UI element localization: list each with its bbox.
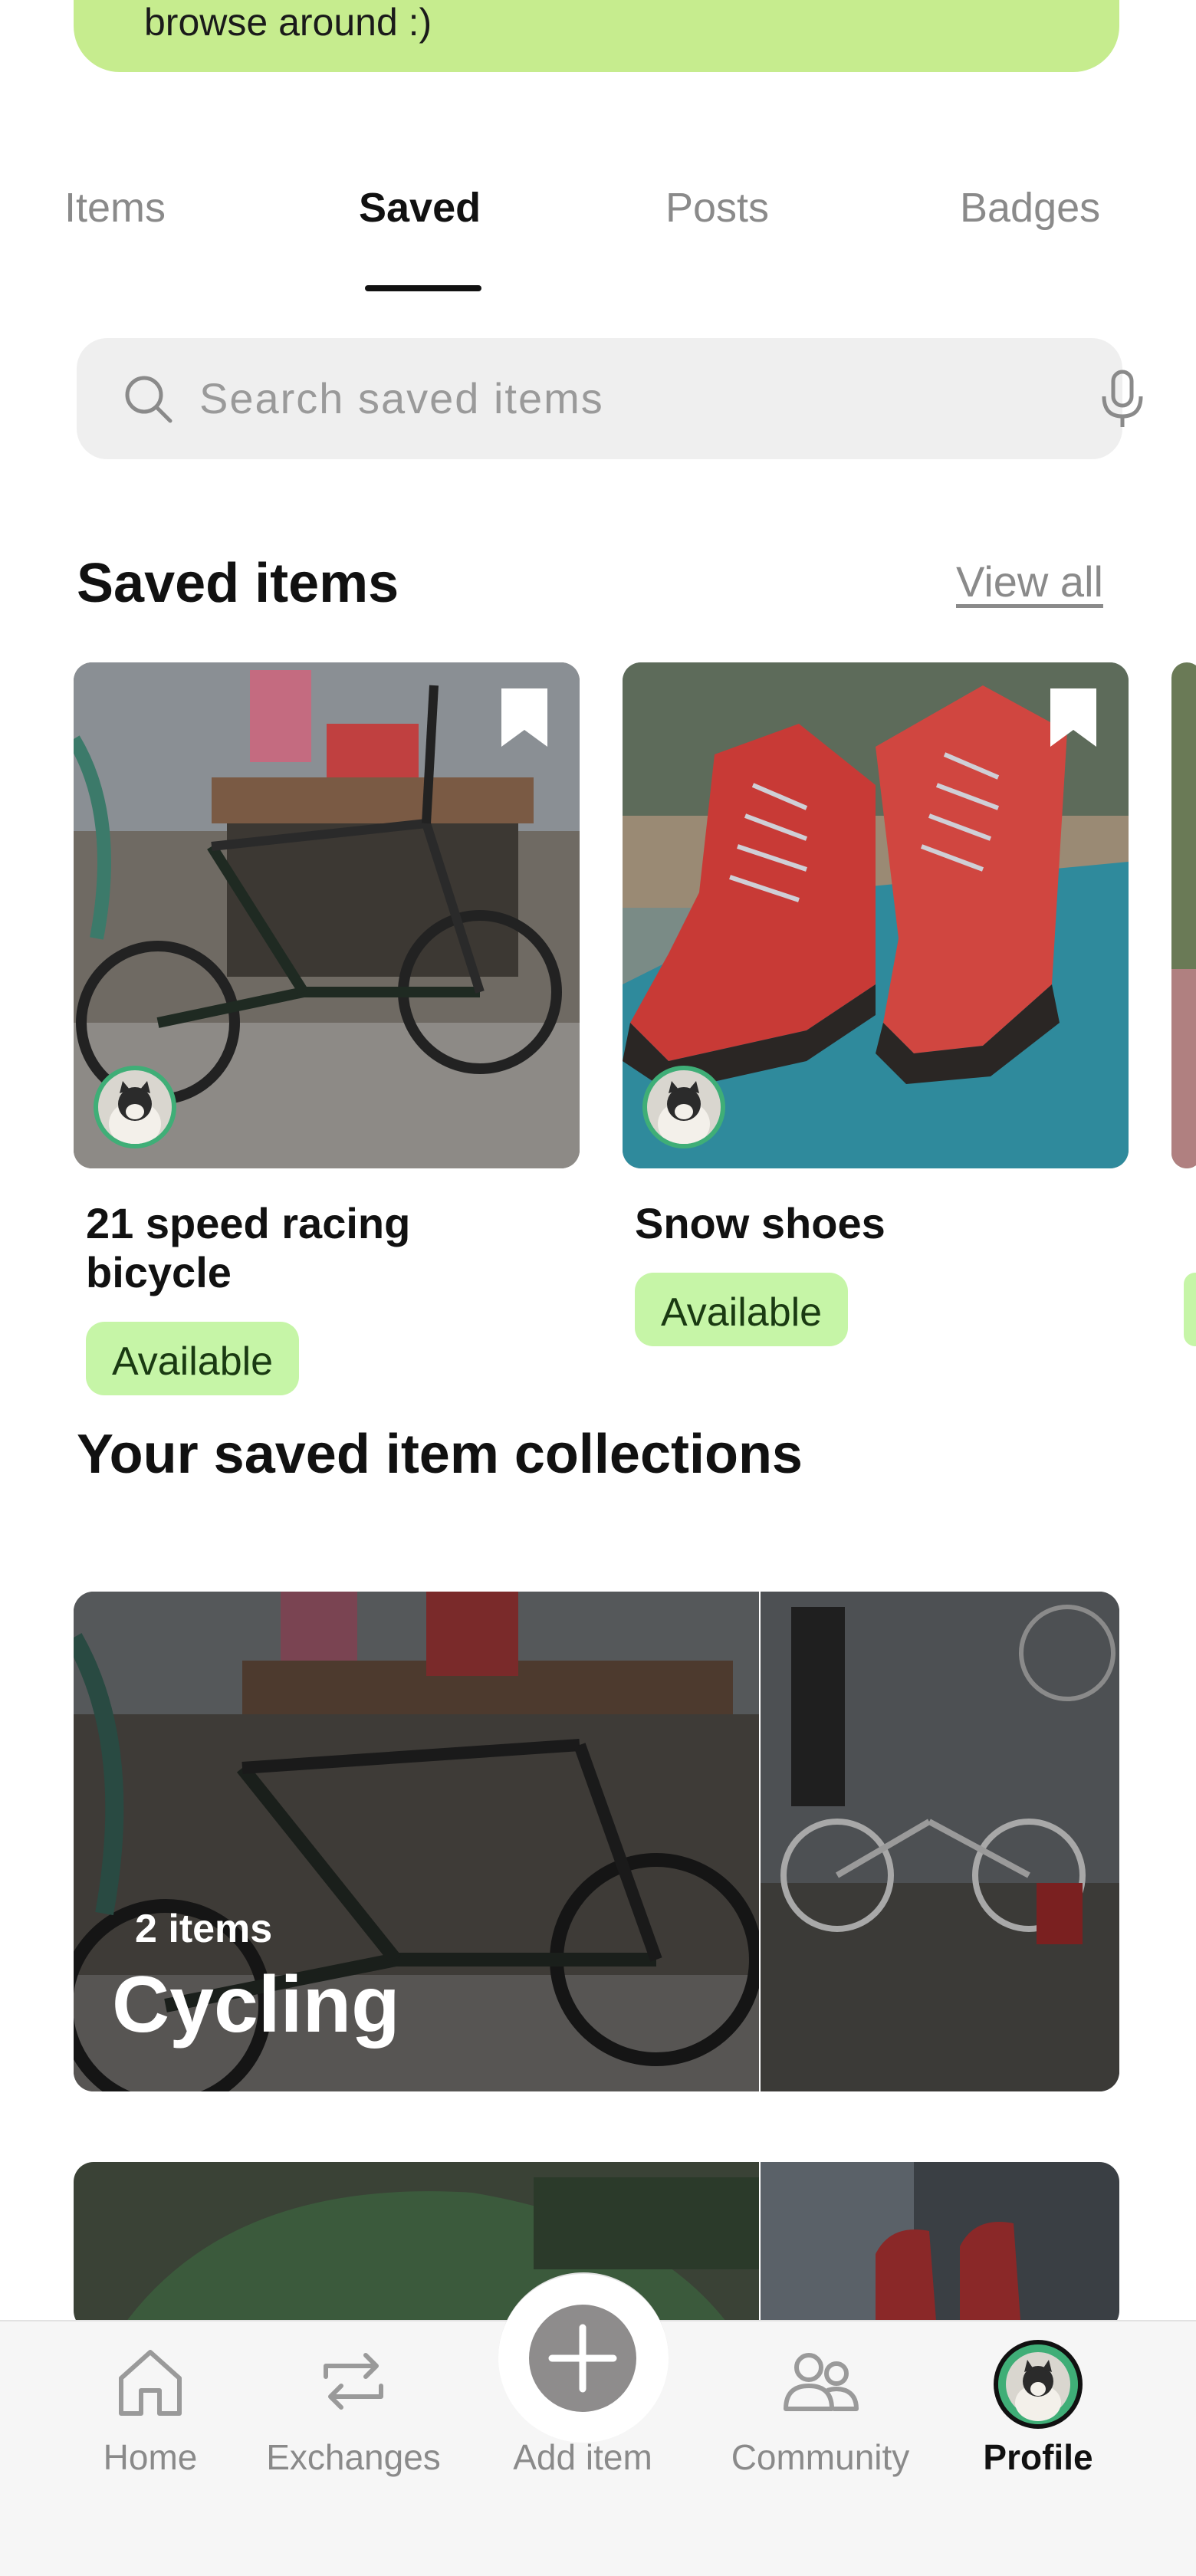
tab-posts[interactable]: Posts xyxy=(665,184,769,232)
bookmark-icon[interactable] xyxy=(1047,685,1099,750)
profile-avatar-icon[interactable] xyxy=(994,2340,1083,2429)
bookmark-icon[interactable] xyxy=(498,685,550,750)
nav-label: Profile xyxy=(983,2437,1093,2477)
exchange-arrows-icon xyxy=(324,2353,383,2410)
plus-icon xyxy=(548,2324,617,2393)
saved-item-image-bicycle[interactable] xyxy=(74,662,580,1168)
partial-photo xyxy=(1171,662,1196,1168)
nav-label: Exchanges xyxy=(266,2437,441,2477)
search-input[interactable]: Search saved items xyxy=(77,338,1143,459)
status-badge: Available xyxy=(635,1273,849,1346)
status-badge: Available xyxy=(86,1322,300,1395)
nav-label: Home xyxy=(103,2437,198,2477)
owner-avatar xyxy=(642,1066,725,1148)
microphone-icon[interactable] xyxy=(1098,369,1147,430)
tab-items[interactable]: Items xyxy=(64,184,166,232)
view-all-link[interactable]: View all xyxy=(956,557,1103,606)
owner-avatar xyxy=(94,1066,176,1148)
collection-item-count: 2 items xyxy=(135,1907,273,1951)
collection-photo-tent xyxy=(74,2162,759,2331)
nav-label: Add item xyxy=(513,2437,652,2477)
banner-text: browse around :) xyxy=(144,1,432,44)
collection-card-cycling[interactable]: 2 items Cycling xyxy=(74,1592,1119,2091)
tab-saved[interactable]: Saved xyxy=(359,184,481,232)
saved-item-image-snow-shoes[interactable] xyxy=(623,662,1129,1168)
collections-heading: Your saved item collections xyxy=(77,1424,803,1485)
collection-name: Cycling xyxy=(112,1960,400,2049)
bottom-navigation: Home Exchanges Add item Community Profil… xyxy=(0,2272,1196,2576)
saved-item-image-partial[interactable] xyxy=(1171,662,1196,1168)
add-item-button[interactable] xyxy=(529,2305,636,2412)
tab-badges[interactable]: Badges xyxy=(960,184,1100,232)
profile-tabs: Items Saved Posts Badges xyxy=(0,184,1196,299)
collection-photo-road-bike xyxy=(761,1592,1119,2091)
home-icon xyxy=(119,2350,182,2416)
search-placeholder: Search saved items xyxy=(199,374,604,422)
status-badge-partial xyxy=(1184,1273,1196,1346)
active-tab-indicator xyxy=(365,285,481,291)
saved-item-title[interactable]: Snow shoes xyxy=(635,1199,1095,1248)
saved-items-heading: Saved items xyxy=(77,553,399,614)
info-banner: browse around :) xyxy=(74,0,1119,72)
search-icon xyxy=(125,376,172,423)
collection-photo-boots xyxy=(761,2162,1119,2331)
nav-label: Community xyxy=(731,2437,910,2477)
people-icon xyxy=(784,2353,859,2411)
saved-item-title[interactable]: 21 speed racing bicycle xyxy=(86,1199,546,1297)
